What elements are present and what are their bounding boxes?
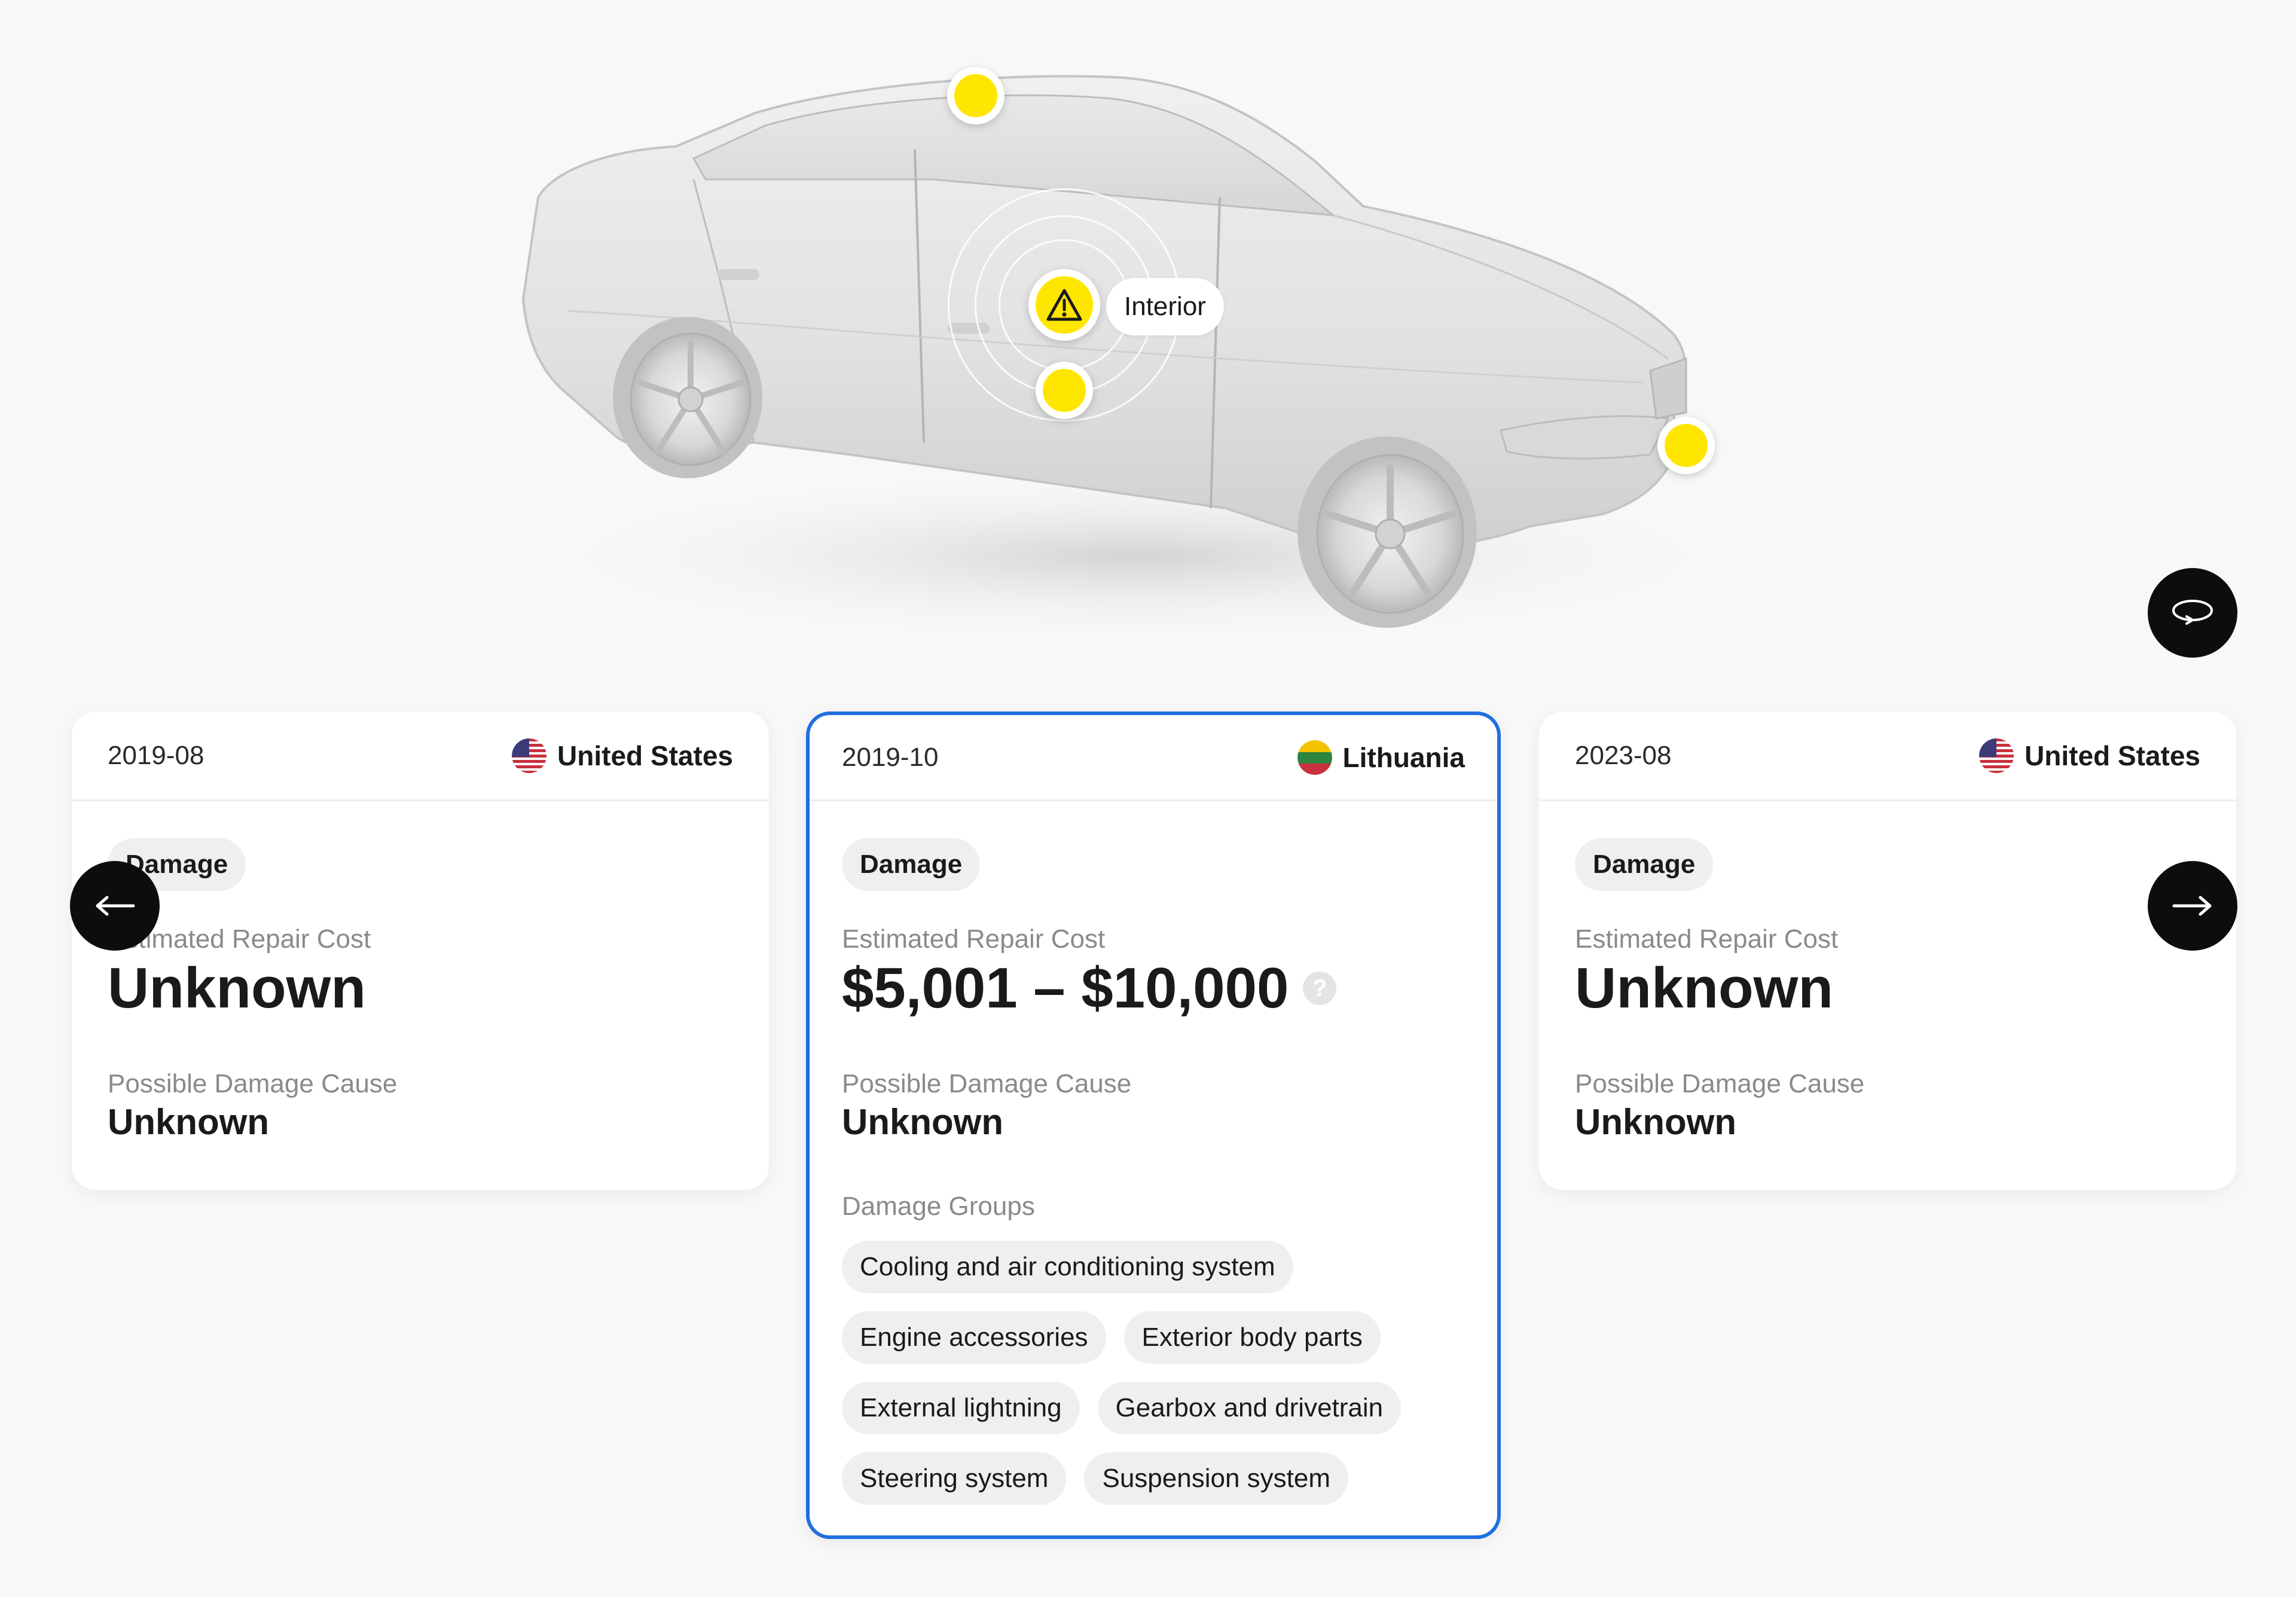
damage-group-tag: External lightning xyxy=(842,1382,1080,1434)
rotate-view-button[interactable] xyxy=(2148,568,2237,658)
repair-cost-value: $5,001 – $10,000 ? xyxy=(842,955,1465,1021)
hotspot-door[interactable] xyxy=(1036,362,1093,419)
arrow-right-icon xyxy=(2172,896,2212,916)
damage-record-card-selected[interactable]: 2019-10 Lithuania Damage Estimated Repai… xyxy=(806,712,1501,1539)
damage-group-tag: Gearbox and drivetrain xyxy=(1097,1382,1402,1434)
record-date: 2023-08 xyxy=(1575,740,1672,770)
country-name: United States xyxy=(557,740,733,771)
damage-record-card[interactable]: 2023-08 United States Damage Estimated R… xyxy=(1539,712,2236,1190)
hotspot-interior[interactable] xyxy=(1028,269,1100,341)
rear-wheel xyxy=(613,317,762,478)
us-flag-icon xyxy=(512,738,547,773)
damage-group-tag: Cooling and air conditioning system xyxy=(842,1241,1293,1293)
damage-group-tag: Steering system xyxy=(842,1452,1067,1505)
damage-badge: Damage xyxy=(842,838,981,891)
record-country: Lithuania xyxy=(1297,740,1465,775)
help-icon[interactable]: ? xyxy=(1303,972,1337,1005)
previous-button[interactable] xyxy=(70,861,160,951)
record-country: United States xyxy=(1979,738,2200,773)
damage-record-card[interactable]: 2019-08 United States Damage Estimated R… xyxy=(72,712,769,1190)
card-header: 2019-10 Lithuania xyxy=(810,715,1497,801)
repair-cost-value: Unknown xyxy=(108,956,366,1020)
damage-cause-label: Possible Damage Cause xyxy=(842,1069,1132,1098)
record-date: 2019-10 xyxy=(842,742,939,772)
front-wheel xyxy=(1297,436,1477,628)
record-date: 2019-08 xyxy=(108,740,204,770)
damage-group-tag: Exterior body parts xyxy=(1123,1311,1381,1364)
country-name: Lithuania xyxy=(1342,741,1465,773)
hotspot-label: Interior xyxy=(1106,278,1224,335)
damage-cause-value: Unknown xyxy=(108,1102,269,1142)
repair-cost-label: Estimated Repair Cost xyxy=(108,924,371,954)
card-header: 2019-08 United States xyxy=(72,712,769,801)
warning-icon xyxy=(1046,289,1082,321)
damage-badge: Damage xyxy=(1575,838,1714,891)
arrow-left-icon xyxy=(96,896,135,916)
hotspot-roof[interactable] xyxy=(947,67,1004,124)
damage-groups-list: Cooling and air conditioning system Engi… xyxy=(842,1241,1440,1505)
damage-groups-label: Damage Groups xyxy=(842,1192,1035,1221)
damage-group-tag: Suspension system xyxy=(1084,1452,1348,1505)
damage-cause-label: Possible Damage Cause xyxy=(1575,1069,1865,1098)
repair-cost-label: Estimated Repair Cost xyxy=(1575,924,1839,954)
record-country: United States xyxy=(512,738,733,773)
rotate-icon xyxy=(2172,600,2213,625)
card-header: 2023-08 United States xyxy=(1539,712,2236,801)
damage-cause-label: Possible Damage Cause xyxy=(108,1069,398,1098)
next-button[interactable] xyxy=(2148,861,2237,951)
country-name: United States xyxy=(2025,740,2200,771)
repair-cost-value: Unknown xyxy=(1575,956,1833,1020)
us-flag-icon xyxy=(1979,738,2014,773)
lt-flag-icon xyxy=(1297,740,1332,775)
repair-cost-label: Estimated Repair Cost xyxy=(842,924,1106,954)
hotspot-front-bumper[interactable] xyxy=(1657,417,1715,474)
car-viewer: Interior xyxy=(0,0,2296,670)
damage-cause-value: Unknown xyxy=(1575,1102,1736,1142)
damage-cause-value: Unknown xyxy=(842,1102,1003,1142)
damage-group-tag: Engine accessories xyxy=(842,1311,1106,1364)
